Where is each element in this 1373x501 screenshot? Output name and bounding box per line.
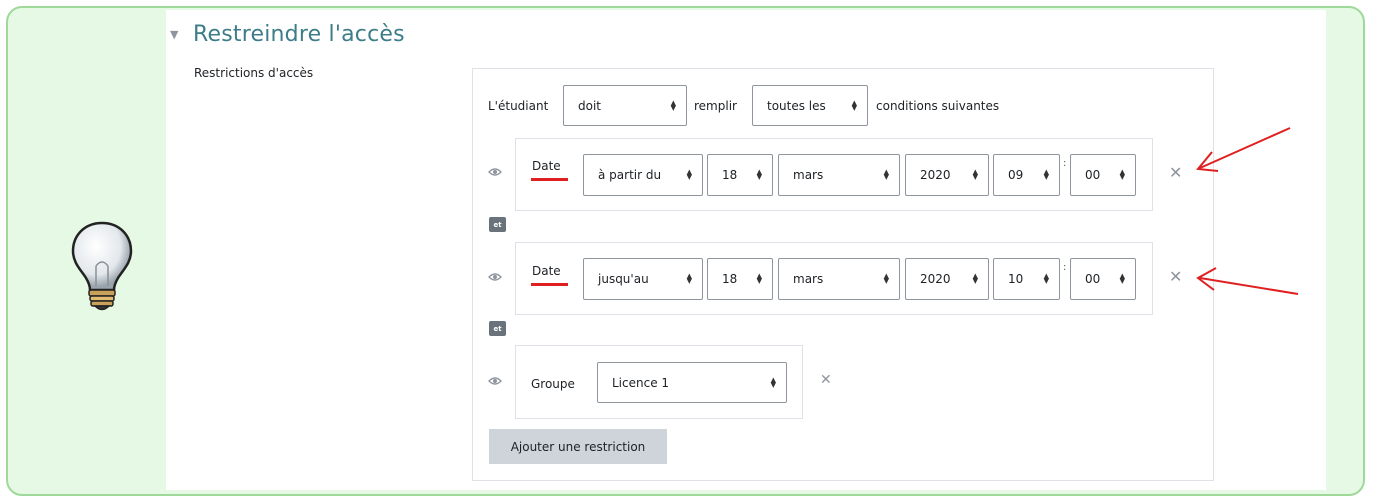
select-value: 18: [722, 272, 738, 286]
select-arrows-icon: ▲ ▼: [756, 272, 762, 285]
connector-badge: et: [489, 321, 506, 336]
select-value: 00: [1085, 272, 1101, 286]
select-arrows-icon: ▲ ▼: [883, 168, 889, 181]
restriction-type-label: Date: [532, 159, 561, 173]
hour-select[interactable]: 09 ▲ ▼: [993, 154, 1060, 196]
select-value: à partir du: [598, 168, 662, 182]
select-arrows-icon: ▲ ▼: [1043, 168, 1049, 181]
student-prefix-text: L'étudiant: [488, 99, 549, 113]
select-value: mars: [793, 168, 824, 182]
select-arrows-icon: ▲ ▼: [670, 98, 676, 112]
select-arrows-icon: ▲ ▼: [770, 375, 776, 389]
time-separator: :: [1063, 262, 1067, 273]
date-direction-select[interactable]: jusqu'au ▲ ▼: [583, 258, 703, 300]
restriction-type-label: Date: [532, 264, 561, 278]
conditions-select[interactable]: toutes les ▲ ▼: [752, 85, 868, 126]
year-select[interactable]: 2020 ▲ ▼: [905, 154, 989, 196]
connector-badge: et: [489, 217, 506, 232]
select-arrows-icon: ▲ ▼: [1043, 272, 1049, 285]
minute-select[interactable]: 00 ▲ ▼: [1070, 154, 1136, 196]
day-select[interactable]: 18 ▲ ▼: [707, 258, 773, 300]
restriction-type-label: Groupe: [531, 377, 575, 391]
select-value: 10: [1008, 272, 1024, 286]
conditions-select-value: toutes les: [767, 98, 826, 113]
select-arrows-icon: ▲ ▼: [1119, 168, 1125, 181]
select-arrows-icon: ▲ ▼: [756, 168, 762, 181]
select-value: 09: [1008, 168, 1024, 182]
red-underline-annotation: [531, 283, 568, 286]
eye-icon[interactable]: [488, 272, 502, 282]
must-select[interactable]: doit ▲ ▼: [563, 85, 687, 126]
select-arrows-icon: ▲ ▼: [686, 272, 692, 285]
select-value: Licence 1: [612, 375, 670, 390]
select-arrows-icon: ▲ ▼: [972, 272, 978, 285]
time-separator: :: [1063, 158, 1067, 169]
select-value: jusqu'au: [598, 272, 649, 286]
delete-restriction-icon[interactable]: ✕: [1169, 163, 1182, 182]
fulfill-text: remplir: [694, 99, 737, 113]
conditions-suffix-text: conditions suivantes: [876, 99, 1000, 113]
group-select[interactable]: Licence 1 ▲ ▼: [597, 362, 787, 403]
lightbulb-icon: [71, 221, 133, 311]
select-arrows-icon: ▲ ▼: [686, 168, 692, 181]
date-direction-select[interactable]: à partir du ▲ ▼: [583, 154, 703, 196]
select-value: 18: [722, 168, 738, 182]
must-select-value: doit: [578, 98, 601, 113]
select-value: 00: [1085, 168, 1101, 182]
month-select[interactable]: mars ▲ ▼: [778, 258, 900, 300]
select-arrows-icon: ▲ ▼: [1119, 272, 1125, 285]
delete-restriction-icon[interactable]: ✕: [820, 372, 832, 388]
month-select[interactable]: mars ▲ ▼: [778, 154, 900, 196]
hour-select[interactable]: 10 ▲ ▼: [993, 258, 1060, 300]
red-arrow-annotation: [1196, 127, 1291, 172]
year-select[interactable]: 2020 ▲ ▼: [905, 258, 989, 300]
field-label: Restrictions d'accès: [194, 66, 314, 80]
select-arrows-icon: ▲ ▼: [972, 168, 978, 181]
red-arrow-annotation: [1196, 267, 1299, 295]
red-underline-annotation: [531, 178, 568, 181]
minute-select[interactable]: 00 ▲ ▼: [1070, 258, 1136, 300]
eye-icon[interactable]: [488, 376, 502, 386]
add-restriction-button[interactable]: Ajouter une restriction: [489, 429, 667, 464]
select-value: 2020: [920, 168, 951, 182]
select-arrows-icon: ▲ ▼: [883, 272, 889, 285]
delete-restriction-icon[interactable]: ✕: [1169, 267, 1182, 286]
section-title[interactable]: Restreindre l'accès: [193, 22, 405, 47]
select-value: mars: [793, 272, 824, 286]
eye-icon[interactable]: [488, 167, 502, 177]
select-arrows-icon: ▲ ▼: [851, 98, 857, 112]
day-select[interactable]: 18 ▲ ▼: [707, 154, 773, 196]
select-value: 2020: [920, 272, 951, 286]
collapse-toggle-icon[interactable]: ▼: [170, 28, 178, 41]
